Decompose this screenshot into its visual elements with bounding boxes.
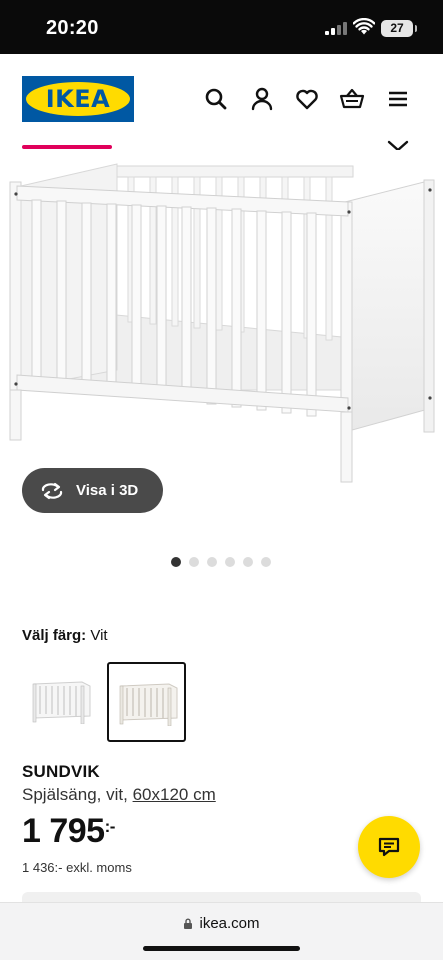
url-text: ikea.com	[199, 915, 260, 932]
product-image-gallery[interactable]: Visa i 3D	[0, 150, 443, 540]
signal-icon	[325, 22, 347, 35]
product-image-crib	[9, 163, 435, 483]
status-time: 20:20	[46, 17, 99, 39]
home-indicator[interactable]	[143, 946, 300, 951]
gallery-dot[interactable]	[171, 557, 181, 567]
color-label-value: Vit	[90, 627, 108, 644]
price-amount: 1 795	[22, 812, 105, 850]
battery-icon: 27	[381, 20, 417, 37]
product-type: Spjälsäng, vit,	[22, 785, 128, 804]
color-option-1[interactable]	[22, 662, 101, 742]
browser-address-bar[interactable]: ikea.com	[0, 902, 443, 960]
search-icon[interactable]	[203, 86, 229, 112]
crib-thumbnail	[32, 681, 91, 724]
active-nav-indicator	[22, 145, 112, 149]
color-selector-label: Välj färg: Vit	[22, 627, 108, 644]
chat-icon	[378, 837, 400, 857]
gallery-dot[interactable]	[207, 557, 217, 567]
gallery-dot[interactable]	[243, 557, 253, 567]
account-icon[interactable]	[249, 86, 275, 112]
gallery-dot[interactable]	[225, 557, 235, 567]
view-in-3d-button[interactable]: Visa i 3D	[22, 468, 163, 513]
color-label-title: Välj färg:	[22, 627, 87, 644]
wifi-icon	[353, 18, 375, 35]
gallery-dot[interactable]	[261, 557, 271, 567]
lock-icon	[184, 918, 193, 929]
rotate-3d-icon	[41, 482, 63, 499]
price-excl-vat: 1 436:- exkl. moms	[22, 860, 132, 875]
menu-icon[interactable]	[385, 86, 411, 112]
color-option-2[interactable]	[107, 662, 186, 742]
ikea-logo[interactable]: IKEA	[22, 76, 134, 122]
price-suffix: :-	[104, 817, 116, 836]
url-display[interactable]: ikea.com	[0, 915, 443, 932]
basket-icon[interactable]	[339, 86, 365, 112]
product-description: Spjälsäng, vit, 60x120 cm	[22, 785, 216, 805]
site-header: IKEA	[0, 54, 443, 152]
logo-text: IKEA	[45, 85, 111, 113]
view-in-3d-label: Visa i 3D	[76, 482, 139, 499]
chat-button[interactable]	[358, 816, 420, 878]
product-size-link[interactable]: 60x120 cm	[133, 785, 216, 804]
gallery-pagination	[171, 557, 271, 567]
product-name: SUNDVIK	[22, 762, 100, 781]
crib-thumbnail	[119, 683, 178, 726]
gallery-dot[interactable]	[189, 557, 199, 567]
status-bar: 20:20 27	[0, 0, 443, 54]
product-price: 1 795:-	[22, 812, 115, 851]
heart-icon[interactable]	[294, 86, 320, 112]
